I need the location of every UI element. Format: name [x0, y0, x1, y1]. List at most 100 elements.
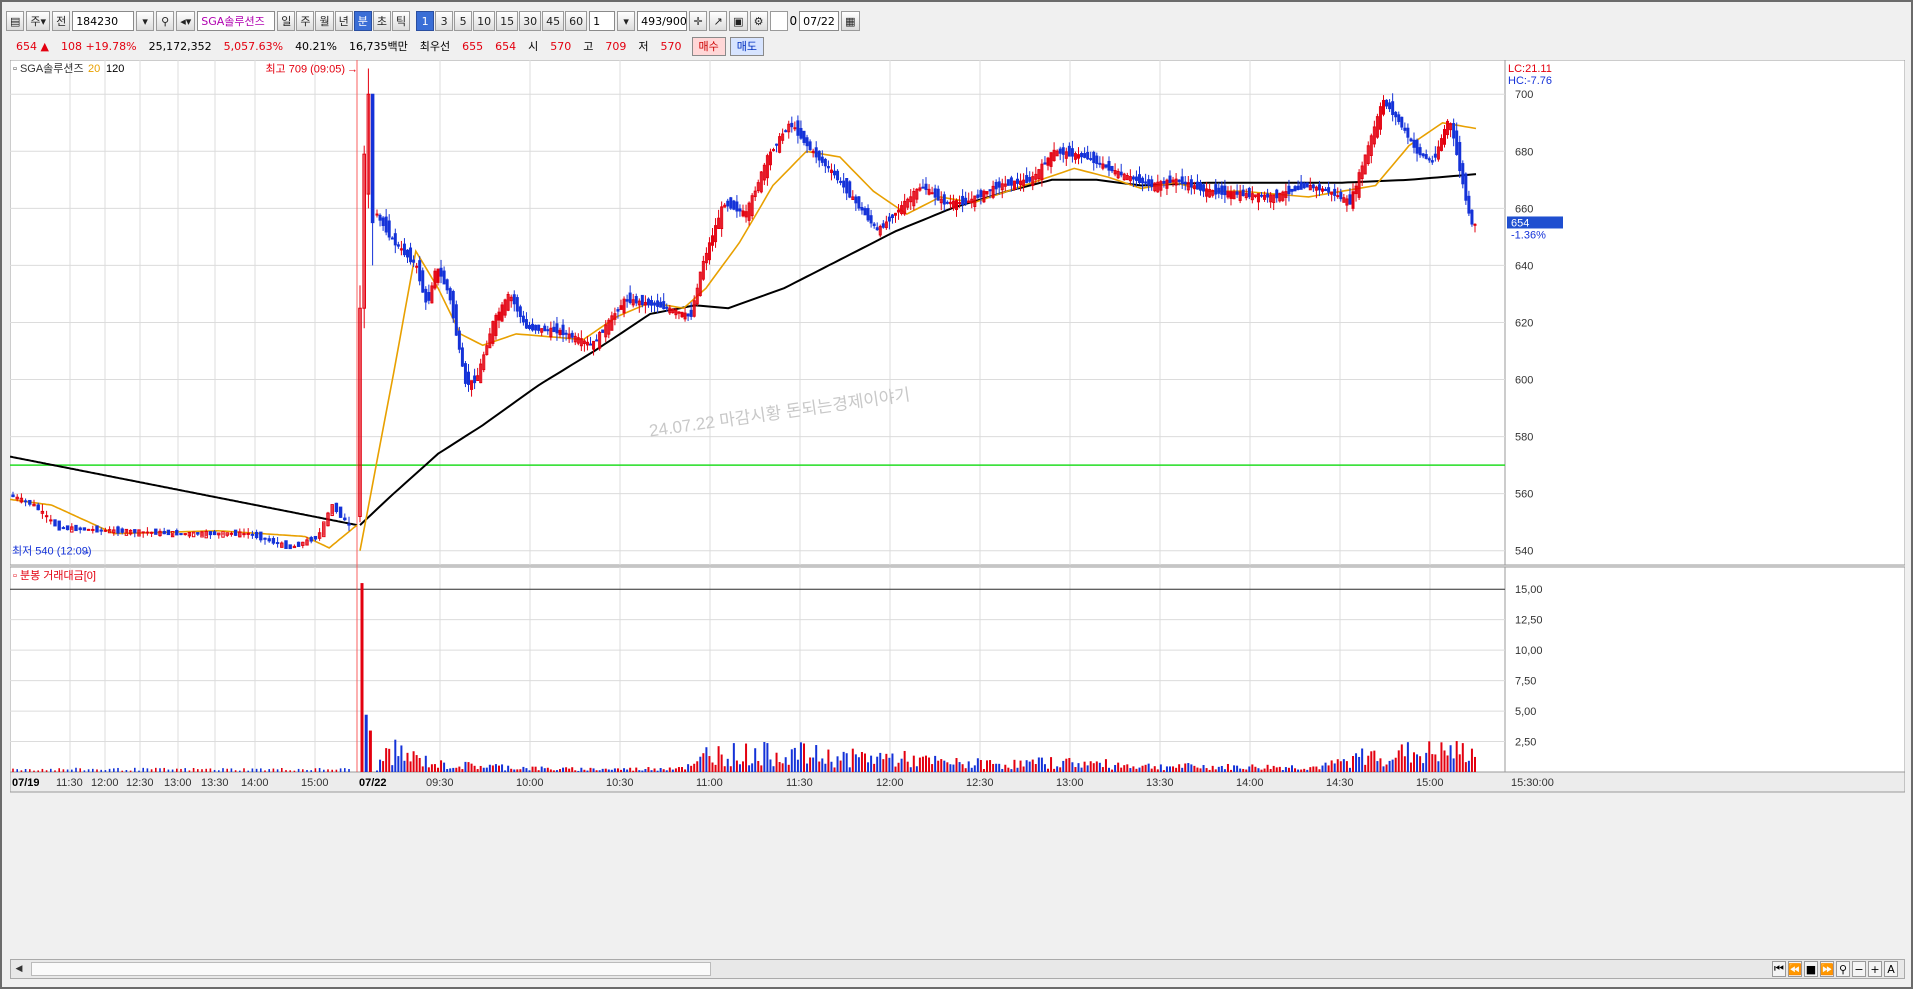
- volume-bar: [348, 768, 350, 772]
- code-dropdown-icon[interactable]: ▾: [136, 11, 155, 31]
- period-tab-3[interactable]: 년: [334, 11, 353, 31]
- volume-bar: [1062, 760, 1065, 772]
- period-tab-0[interactable]: 일: [277, 11, 296, 31]
- period-tab-4[interactable]: 분: [353, 11, 372, 31]
- volume-bar: [555, 770, 558, 772]
- candle-body: [1467, 195, 1471, 214]
- candle-body: [1223, 185, 1227, 196]
- volume-bar: [1153, 766, 1156, 772]
- volume-bar: [1126, 764, 1129, 772]
- candle-body: [805, 137, 809, 147]
- nav-next-icon[interactable]: ⏩: [1820, 961, 1834, 977]
- settings-gear-icon[interactable]: ⚙: [749, 11, 768, 31]
- nav-stop-icon[interactable]: ■: [1804, 961, 1818, 977]
- date-input[interactable]: 07/22: [799, 11, 840, 31]
- high-marker-label: 최고 709 (09:05): [265, 63, 345, 76]
- volume-bar: [1443, 750, 1446, 772]
- stock-code-input[interactable]: 184230: [72, 11, 135, 31]
- volume-bar: [92, 768, 94, 772]
- volume-bar: [1077, 763, 1080, 772]
- volume-bar: [485, 767, 488, 772]
- sound-icon[interactable]: ◂▾: [176, 11, 196, 31]
- candle-body: [570, 332, 574, 338]
- day2-date-label: 07/22: [359, 777, 387, 789]
- volume-bar: [314, 768, 317, 772]
- volume-bar: [790, 749, 793, 772]
- candle-body: [1424, 154, 1428, 159]
- interval-select[interactable]: 1: [589, 11, 616, 31]
- high-marker-arrow: →: [347, 64, 358, 76]
- volume-bar: [260, 768, 262, 772]
- period-tab-1[interactable]: 주: [296, 11, 315, 31]
- volume-bar: [134, 767, 136, 772]
- candle-body: [1168, 175, 1172, 184]
- interval-tab-1[interactable]: 3: [435, 11, 454, 31]
- volume-bar: [1416, 754, 1419, 772]
- save-icon[interactable]: ▣: [729, 11, 748, 31]
- interval-dropdown-icon[interactable]: ▾: [617, 11, 636, 31]
- market-select[interactable]: 전: [52, 11, 71, 31]
- layout-icon[interactable]: ▤: [6, 11, 25, 31]
- date-checkbox[interactable]: [769, 11, 788, 31]
- x-tick-label: 15:00: [1416, 777, 1444, 789]
- candle-body: [662, 301, 666, 310]
- candle-body: [936, 188, 940, 201]
- interval-tab-0[interactable]: 1: [416, 11, 435, 31]
- interval-tab-3[interactable]: 10: [473, 11, 496, 31]
- volume-bar: [552, 770, 555, 772]
- count-field[interactable]: 493/900: [637, 11, 688, 31]
- volume-bar: [1083, 761, 1086, 772]
- candle-body: [370, 93, 375, 224]
- candle-body: [1464, 173, 1468, 201]
- period-tab-5[interactable]: 초: [372, 11, 391, 31]
- scroll-left-icon[interactable]: ◀: [11, 960, 27, 978]
- volume-bar: [821, 758, 824, 772]
- candle-body: [869, 215, 873, 224]
- candle-body: [166, 529, 171, 536]
- candle-body: [860, 206, 864, 211]
- chart-scrollbar[interactable]: ◀ ⏮ ⏪ ■ ⏩ ⚲ − + A: [10, 959, 1905, 979]
- volume-bar: [1260, 769, 1263, 772]
- volume-bar: [376, 770, 378, 772]
- zoom-in-icon[interactable]: +: [1868, 961, 1882, 977]
- font-size-icon[interactable]: A: [1884, 961, 1898, 977]
- interval-tab-5[interactable]: 30: [519, 11, 542, 31]
- candle-body: [1452, 123, 1456, 139]
- interval-tab-2[interactable]: 5: [454, 11, 473, 31]
- buy-button[interactable]: 매수: [691, 36, 726, 56]
- volume-bar: [1458, 754, 1461, 772]
- x-tick-label: 11:30: [56, 777, 83, 789]
- zoom-icon[interactable]: ⚲: [1836, 961, 1850, 977]
- stock-name-field[interactable]: SGA솔루션즈: [197, 11, 276, 31]
- candle-body: [242, 533, 246, 536]
- candle-body: [91, 528, 95, 531]
- zoom-out-icon[interactable]: −: [1852, 961, 1866, 977]
- volume-bar: [1037, 757, 1040, 772]
- stock-type-select[interactable]: 주 ▾: [26, 11, 51, 31]
- volume-bar: [571, 767, 574, 772]
- nav-prev-icon[interactable]: ⏪: [1788, 961, 1802, 977]
- price-chart[interactable]: 700 680 660 640 620 600 580 560 540 15,00 12,50 10,…: [10, 60, 1905, 958]
- calendar-icon[interactable]: ▦: [841, 11, 860, 31]
- sell-button[interactable]: 매도: [729, 36, 764, 56]
- volume-bar: [418, 757, 421, 772]
- candle-body: [78, 527, 82, 531]
- candle-body: [732, 200, 736, 210]
- interval-tab-7[interactable]: 60: [565, 11, 588, 31]
- volume-bar: [665, 770, 668, 772]
- interval-tab-4[interactable]: 15: [496, 11, 519, 31]
- volume-bar: [1028, 761, 1031, 772]
- nav-first-icon[interactable]: ⏮: [1772, 961, 1786, 977]
- period-tab-2[interactable]: 월: [315, 11, 334, 31]
- candle-body: [1098, 162, 1102, 165]
- crosshair-icon[interactable]: ✛: [689, 11, 708, 31]
- period-tab-6[interactable]: 틱: [391, 11, 411, 31]
- scroll-thumb[interactable]: [31, 962, 711, 976]
- volume-bar: [1333, 763, 1336, 772]
- volume-bar: [885, 753, 888, 772]
- interval-tab-6[interactable]: 45: [542, 11, 565, 31]
- x-tick-label: 14:00: [1236, 777, 1264, 789]
- volume-bar: [562, 767, 565, 772]
- draw-line-icon[interactable]: ↗: [709, 11, 728, 31]
- search-icon[interactable]: ⚲: [156, 11, 175, 31]
